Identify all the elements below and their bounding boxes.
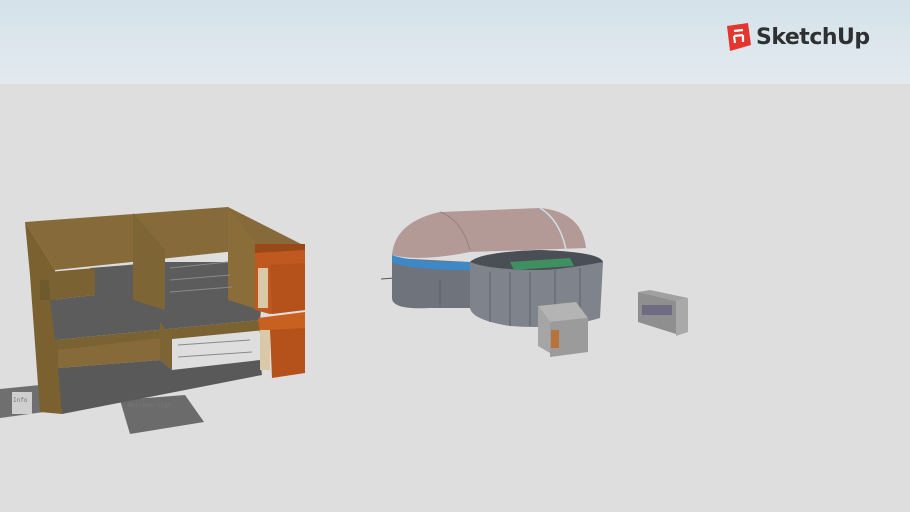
dome-pavilion[interactable] xyxy=(380,207,603,357)
sign-shadow xyxy=(120,395,204,434)
window-upper xyxy=(258,268,268,308)
pavilion-window xyxy=(642,305,672,315)
facade-lower xyxy=(270,328,305,378)
upper-ledge-wall xyxy=(48,268,95,300)
stair-line xyxy=(177,339,251,346)
section-building[interactable]: Info Welcome sign xyxy=(0,207,305,434)
sketchup-logo: SketchUp xyxy=(724,22,870,52)
ground-sign-text: Welcome sign xyxy=(128,402,172,409)
kiosk-door[interactable] xyxy=(551,330,559,348)
sketchup-logo-text: SketchUp xyxy=(756,24,870,50)
model-scene[interactable]: Info Welcome sign xyxy=(0,0,910,512)
pavilion-end xyxy=(676,298,688,336)
small-pavilion[interactable] xyxy=(638,290,688,336)
3d-viewport[interactable]: Info Welcome sign SketchUp xyxy=(0,0,910,512)
window-lower xyxy=(260,330,270,370)
sketchup-logo-icon xyxy=(727,23,751,51)
facade-upper-front xyxy=(270,263,305,314)
stair-line xyxy=(177,351,253,358)
dome-roof xyxy=(392,208,586,258)
side-sign-text: Info xyxy=(13,397,28,404)
